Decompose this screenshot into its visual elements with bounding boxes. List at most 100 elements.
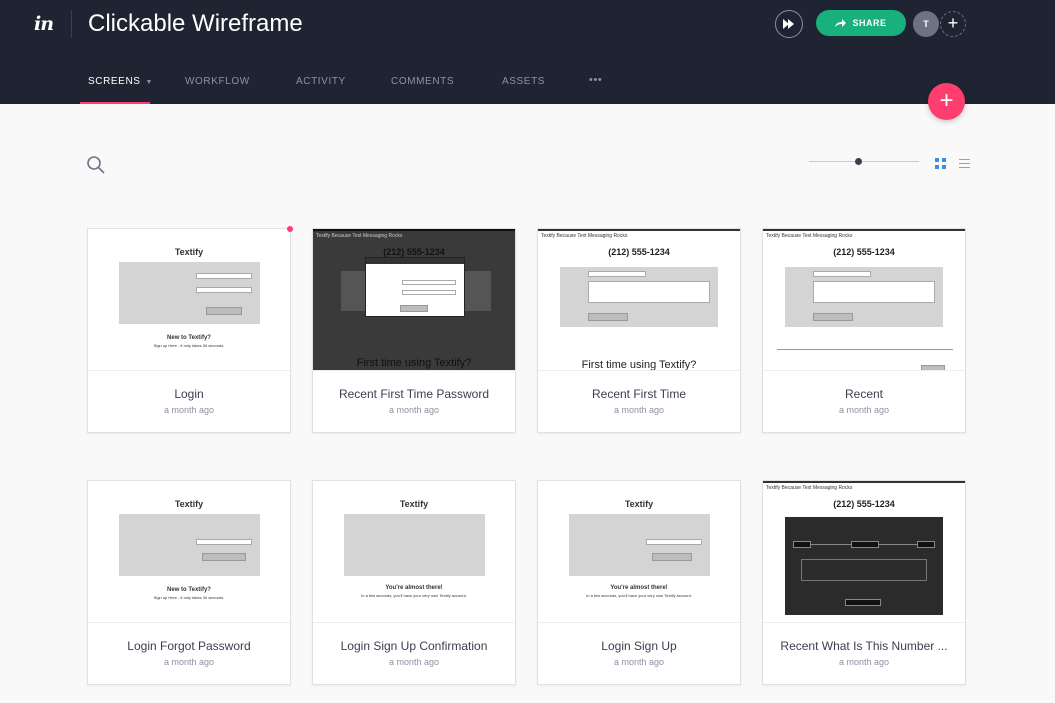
mock-almost: You're almost there! [385, 585, 443, 591]
screen-name[interactable]: Login [88, 387, 290, 401]
divider [71, 10, 72, 38]
active-tab-indicator [80, 102, 150, 104]
project-title[interactable]: Clickable Wireframe [88, 10, 303, 38]
mock-almost: You're almost there! [610, 585, 668, 591]
screen-card-recent[interactable]: Textify Because Text Messaging Rocks (21… [762, 228, 966, 433]
mock-field [588, 271, 646, 277]
mock-first-time: First time using Textify? [356, 357, 472, 369]
project-nav: SCREENS ▼ WORKFLOW ACTIVITY COMMENTS ASSE… [0, 70, 700, 104]
invision-logo[interactable]: in [34, 13, 54, 35]
screen-thumbnail[interactable]: Textify Because Text Messaging Rocks (21… [313, 229, 515, 371]
more-menu-icon[interactable]: ••• [589, 74, 602, 86]
tab-comments[interactable]: COMMENTS [391, 76, 454, 87]
preview-button[interactable] [775, 10, 803, 38]
screen-card-recent-first-time-password[interactable]: Textify Because Text Messaging Rocks (21… [312, 228, 516, 433]
tab-workflow[interactable]: WORKFLOW [185, 76, 250, 87]
search-icon[interactable] [86, 155, 106, 175]
screen-thumbnail[interactable]: Textify New to Textify? Sign up Here - i… [88, 229, 290, 371]
mock-button [588, 313, 628, 321]
mock-panel [569, 514, 710, 576]
screen-card-login-forgot-password[interactable]: Textify New to Textify? Sign up Here - i… [87, 480, 291, 685]
mock-phone: (212) 555-1234 [833, 247, 895, 257]
mock-dark-panel [785, 517, 943, 615]
mock-brand: Textify [174, 499, 204, 509]
mock-phone: (212) 555-1234 [833, 499, 895, 509]
mock-button [652, 553, 692, 561]
screen-thumbnail[interactable]: Textify Because Text Messaging Rocks (21… [763, 481, 965, 623]
share-label: SHARE [852, 18, 887, 28]
avatar[interactable]: T [913, 11, 939, 37]
tab-screens[interactable]: SCREENS ▼ [88, 76, 153, 87]
screen-time: a month ago [838, 657, 890, 667]
mock-button [202, 553, 246, 561]
play-icon [783, 19, 794, 29]
screen-thumbnail[interactable]: Textify Because Text Messaging Rocks (21… [538, 229, 740, 371]
screen-card-login-sign-up-confirmation[interactable]: Textify You're almost there! In a few se… [312, 480, 516, 685]
mock-header: Textify Because Text Messaging Rocks [763, 481, 965, 491]
mock-field [196, 287, 252, 293]
screen-card-login-sign-up[interactable]: Textify You're almost there! In a few se… [537, 480, 741, 685]
add-collaborator-button[interactable]: + [940, 11, 966, 37]
mock-button [206, 307, 242, 315]
mock-header: Textify Because Text Messaging Rocks [313, 229, 515, 239]
screen-card-recent-first-time[interactable]: Textify Because Text Messaging Rocks (21… [537, 228, 741, 433]
mock-button [921, 365, 945, 370]
mock-header: Textify Because Text Messaging Rocks [763, 229, 965, 239]
mock-signup-line: Sign up Here - it only takes 30 seconds. [153, 595, 225, 600]
screen-time: a month ago [388, 405, 440, 415]
mock-header: Textify Because Text Messaging Rocks [538, 229, 740, 239]
mock-panel [119, 514, 260, 576]
mock-message-box [588, 281, 710, 303]
mock-new-to: New to Textify? [167, 587, 211, 593]
screen-time: a month ago [613, 405, 665, 415]
tab-activity[interactable]: ACTIVITY [296, 76, 346, 87]
screen-name[interactable]: Recent First Time [538, 387, 740, 401]
screen-time: a month ago [613, 657, 665, 667]
mock-panel [344, 514, 485, 576]
mock-almost-sub: In a few seconds, you'll have your very … [586, 593, 692, 598]
share-button[interactable]: SHARE [816, 10, 906, 36]
mock-field [196, 273, 252, 279]
screen-name[interactable]: Recent [763, 387, 965, 401]
mock-brand: Textify [174, 247, 204, 257]
screen-thumbnail[interactable]: Textify Because Text Messaging Rocks (21… [763, 229, 965, 371]
chevron-down-icon: ▼ [145, 79, 154, 86]
list-view-icon[interactable] [959, 158, 970, 169]
mock-first-time: First time using Textify? [581, 359, 697, 371]
top-bar: in Clickable Wireframe SHARE T + SCREENS… [0, 0, 1055, 104]
screen-time: a month ago [163, 657, 215, 667]
screen-time: a month ago [163, 405, 215, 415]
mock-signup-line: Sign up Here - it only takes 30 seconds. [153, 343, 225, 348]
screen-thumbnail[interactable]: Textify New to Textify? Sign up Here - i… [88, 481, 290, 623]
screen-card-recent-what-is-this-number[interactable]: Textify Because Text Messaging Rocks (21… [762, 480, 966, 685]
screen-name[interactable]: Login Sign Up Confirmation [313, 639, 515, 653]
mock-field [196, 539, 252, 545]
tab-assets[interactable]: ASSETS [502, 76, 545, 87]
mock-new-to: New to Textify? [167, 335, 211, 341]
screen-thumbnail[interactable]: Textify You're almost there! In a few se… [313, 481, 515, 623]
screen-name[interactable]: Recent First Time Password [313, 387, 515, 401]
screen-name[interactable]: Login Sign Up [538, 639, 740, 653]
mock-phone: (212) 555-1234 [383, 247, 445, 257]
mock-message-box [813, 281, 935, 303]
mock-brand: Textify [399, 499, 429, 509]
grid-view-icon[interactable] [935, 158, 946, 169]
screen-card-login[interactable]: Textify New to Textify? Sign up Here - i… [87, 228, 291, 433]
zoom-thumb[interactable] [855, 158, 862, 165]
mock-brand: Textify [624, 499, 654, 509]
screen-thumbnail[interactable]: Textify You're almost there! In a few se… [538, 481, 740, 623]
zoom-track [809, 161, 919, 162]
mock-field [646, 539, 702, 545]
screen-time: a month ago [838, 405, 890, 415]
screen-time: a month ago [388, 657, 440, 667]
mock-phone: (212) 555-1234 [608, 247, 670, 257]
screen-name[interactable]: Recent What Is This Number ... [763, 639, 965, 653]
mock-almost-sub: In a few seconds, you'll have your very … [361, 593, 467, 598]
zoom-slider[interactable] [809, 156, 919, 168]
tab-label: SCREENS [88, 76, 141, 87]
screen-name[interactable]: Login Forgot Password [88, 639, 290, 653]
unread-indicator [287, 226, 293, 232]
add-screen-button[interactable]: + [928, 83, 965, 120]
mock-field [813, 271, 871, 277]
mock-button [813, 313, 853, 321]
